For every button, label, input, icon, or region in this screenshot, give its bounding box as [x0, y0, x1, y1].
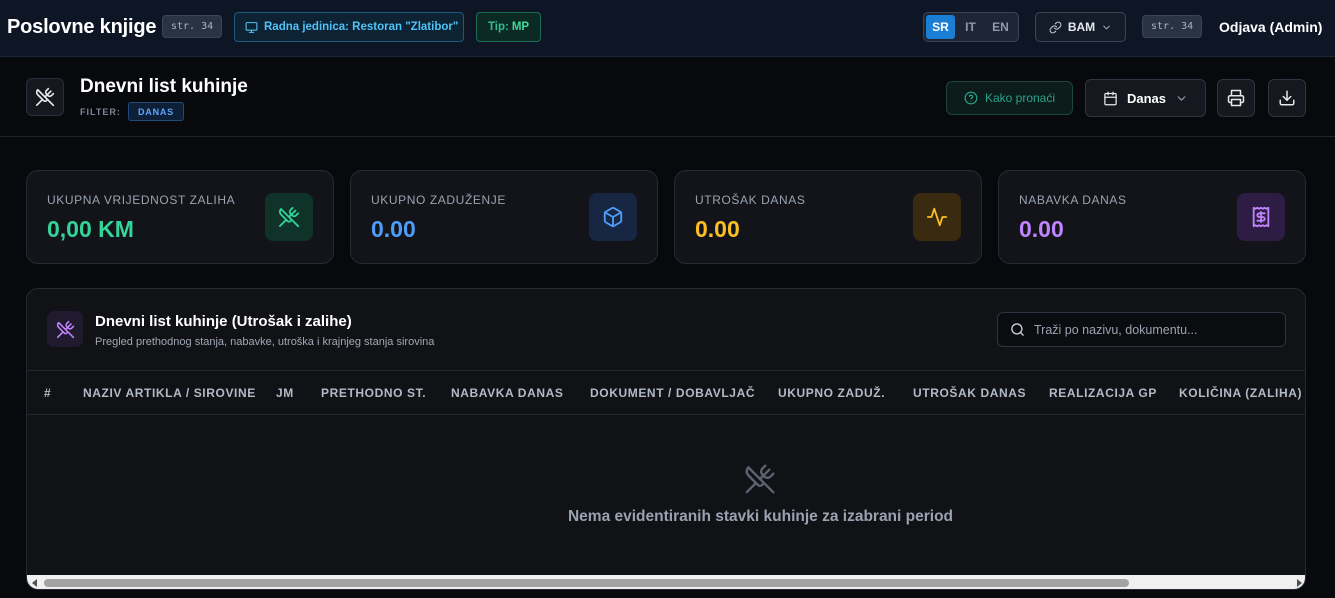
column-header-total-charge[interactable]: UKUPNO ZADUŽ.: [778, 386, 885, 400]
stat-value: 0,00 KM: [47, 216, 134, 242]
panel-title: Dnevni list kuhinje (Utrošak i zalihe): [95, 313, 352, 330]
column-header-index[interactable]: #: [44, 386, 51, 400]
kitchen-icon-box: [26, 78, 64, 116]
stat-label: UTROŠAK DANAS: [695, 193, 806, 207]
stat-icon-box: [913, 193, 961, 241]
column-header-document-supplier[interactable]: DOKUMENT / DOBAVLJAČ: [590, 386, 755, 400]
stat-value: 0.00: [371, 216, 416, 242]
page-badge: str. 34: [162, 15, 223, 38]
filter-label: FILTER:: [80, 107, 121, 117]
filter-badge: DANAS: [128, 102, 184, 121]
period-dropdown[interactable]: Danas: [1085, 79, 1206, 117]
scrollbar-thumb[interactable]: [44, 579, 1129, 587]
type-chip: Tip: MP: [476, 12, 541, 42]
language-switcher: SR IT EN: [923, 12, 1019, 42]
page-badge-right: str. 34: [1142, 15, 1203, 38]
type-label: Tip:: [487, 21, 509, 33]
scroll-right-arrow[interactable]: [1297, 579, 1302, 587]
how-to-find-label: Kako pronaći: [984, 91, 1056, 105]
empty-state: Nema evidentiranih stavki kuhinje za iza…: [27, 415, 1305, 575]
top-bar: Poslovne knjige str. 34 Radna jedinica: …: [0, 0, 1335, 57]
stat-icon-box: [265, 193, 313, 241]
box-icon: [603, 206, 623, 228]
chevron-down-icon: [1103, 25, 1110, 29]
currency-dropdown[interactable]: BAM: [1035, 12, 1126, 42]
search-input[interactable]: [1034, 322, 1269, 337]
activity-icon: [926, 207, 948, 227]
column-header-previous-state[interactable]: PRETHODNO ST.: [321, 386, 426, 400]
column-header-procurement-today[interactable]: NABAVKA DANAS: [451, 386, 563, 400]
stat-label: NABAVKA DANAS: [1019, 193, 1127, 207]
currency-label: BAM: [1067, 20, 1096, 34]
help-circle-icon: [964, 91, 978, 105]
stat-card-procurement-today: NABAVKA DANAS 0.00: [998, 170, 1306, 264]
type-value: MP: [511, 21, 530, 33]
printer-icon: [1227, 89, 1245, 107]
kitchen-table-panel: Dnevni list kuhinje (Utrošak i zalihe) P…: [26, 288, 1306, 590]
column-header-quantity-stock[interactable]: KOLIČINA (ZALIHA): [1179, 386, 1302, 400]
how-to-find-button[interactable]: Kako pronaći: [946, 81, 1073, 115]
stat-icon-box: [589, 193, 637, 241]
scroll-left-arrow[interactable]: [32, 579, 37, 587]
column-header-consumption-today[interactable]: UTROŠAK DANAS: [913, 386, 1026, 400]
lang-it-button[interactable]: IT: [956, 15, 985, 39]
monitor-icon: [245, 21, 258, 33]
stat-card-total-charge: UKUPNO ZADUŽENJE 0.00: [350, 170, 658, 264]
stat-label: UKUPNO ZADUŽENJE: [371, 193, 506, 207]
stat-value: 0.00: [695, 216, 740, 242]
empty-message: Nema evidentiranih stavki kuhinje za iza…: [567, 508, 954, 525]
stat-card-consumption-today: UTROŠAK DANAS 0.00: [674, 170, 982, 264]
utensils-crossed-icon: [745, 464, 775, 494]
lang-en-button[interactable]: EN: [986, 15, 1015, 39]
calendar-icon: [1104, 91, 1117, 105]
column-header-realization-gp[interactable]: REALIZACIJA GP: [1049, 386, 1157, 400]
search-icon: [1011, 323, 1024, 336]
link-icon: [1049, 21, 1062, 33]
stat-icon-box: [1237, 193, 1285, 241]
search-box: [997, 312, 1286, 347]
table-header: # NAZIV ARTIKLA / SIROVINE JM PRETHODNO …: [27, 370, 1305, 415]
utensils-crossed-icon: [56, 320, 74, 338]
work-unit-chip[interactable]: Radna jedinica: Restoran "Zlatibor": [234, 12, 464, 42]
stat-value: 0.00: [1019, 216, 1064, 242]
utensils-crossed-icon: [278, 206, 300, 228]
receipt-icon: [1252, 206, 1270, 228]
stat-label: UKUPNA VRIJEDNOST ZALIHA: [47, 193, 236, 207]
horizontal-scrollbar[interactable]: [27, 575, 1305, 589]
print-button[interactable]: [1217, 79, 1255, 117]
download-icon: [1279, 90, 1295, 106]
column-header-unit[interactable]: JM: [276, 386, 294, 400]
period-label: Danas: [1126, 90, 1167, 106]
logout-link[interactable]: Odjava (Admin): [1219, 19, 1322, 35]
stat-card-inventory-value: UKUPNA VRIJEDNOST ZALIHA 0,00 KM: [26, 170, 334, 264]
chevron-down-icon: [1177, 95, 1186, 101]
column-header-item-name[interactable]: NAZIV ARTIKLA / SIROVINE: [83, 386, 256, 400]
download-button[interactable]: [1268, 79, 1306, 117]
page-header: Dnevni list kuhinje FILTER: DANAS Kako p…: [0, 57, 1335, 137]
panel-icon-box: [47, 311, 83, 347]
utensils-crossed-icon: [35, 87, 55, 107]
app-title: Poslovne knjige: [7, 16, 157, 38]
page-title: Dnevni list kuhinje: [80, 76, 248, 97]
panel-subtitle: Pregled prethodnog stanja, nabavke, utro…: [95, 336, 435, 348]
lang-sr-button[interactable]: SR: [926, 15, 955, 39]
work-unit-label: Radna jedinica: Restoran "Zlatibor": [264, 21, 459, 33]
